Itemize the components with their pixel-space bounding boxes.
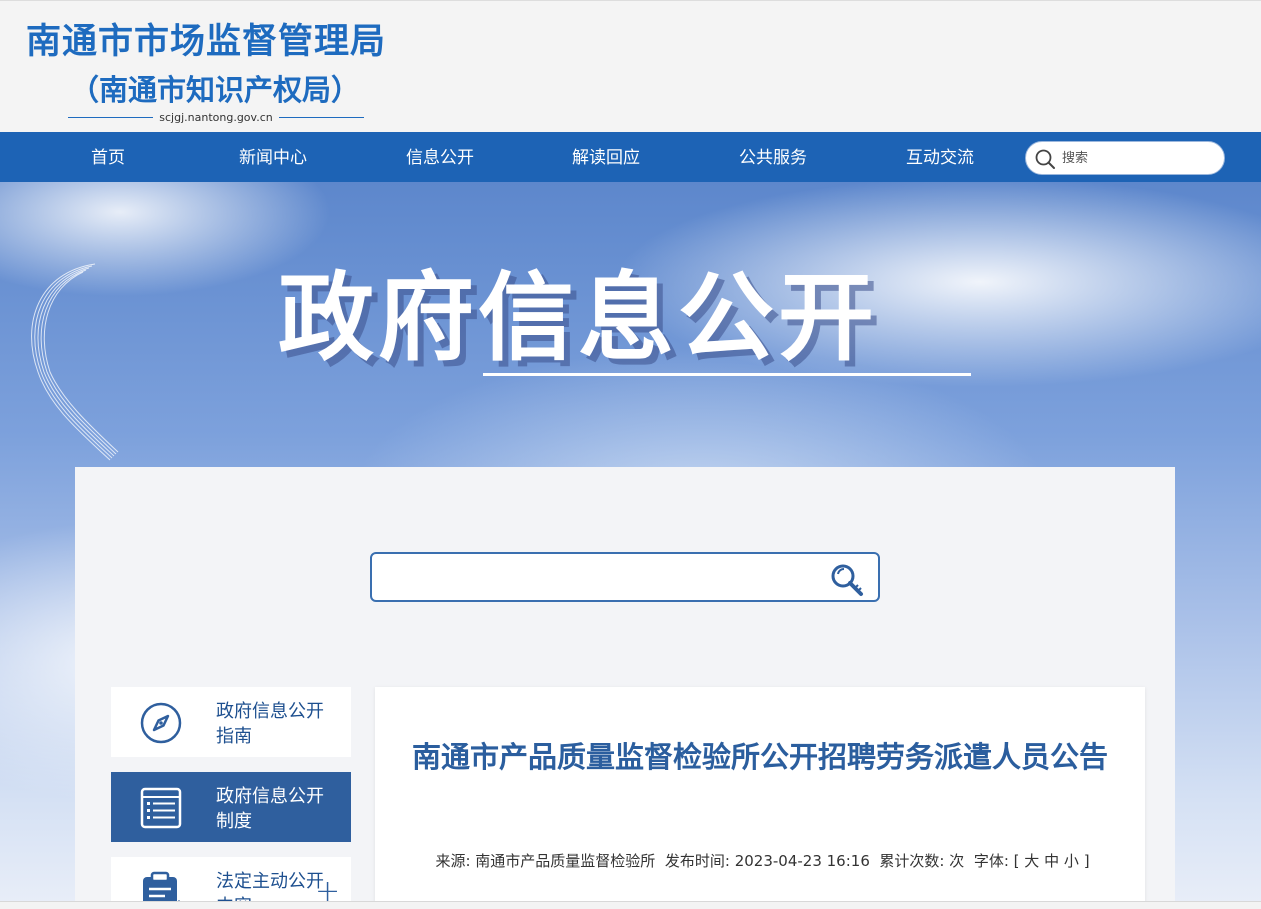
source-value: 南通市产品质量监督检验所	[475, 852, 656, 870]
divider	[68, 116, 154, 118]
nav-item-news[interactable]: 新闻中心	[239, 132, 307, 182]
divider	[278, 116, 364, 118]
main-search-input[interactable]	[382, 564, 822, 592]
views-label: 累计次数:	[879, 852, 945, 870]
views-unit: 次	[949, 852, 965, 870]
font-large-button[interactable]: 大	[1024, 852, 1039, 870]
source-label: 来源:	[435, 852, 471, 870]
font-bracket-open: [	[1013, 852, 1020, 870]
nav-search-input[interactable]	[1062, 146, 1212, 170]
banner-underline	[483, 373, 971, 376]
publish-time-label: 发布时间:	[664, 852, 730, 870]
font-size-label: 字体:	[973, 852, 1009, 870]
site-domain-row: scjgj.nantong.gov.cn	[68, 109, 364, 125]
font-bracket-close: ]	[1083, 852, 1090, 870]
site-title[interactable]: 南通市市场监督管理局	[26, 13, 386, 64]
article-meta: 来源: 南通市产品质量监督检验所 发布时间: 2023-04-23 16:16 …	[420, 849, 1105, 873]
site-header: 南通市市场监督管理局 （南通市知识产权局） scjgj.nantong.gov.…	[0, 0, 1261, 132]
search-icon[interactable]	[1034, 148, 1056, 170]
nav-item-interaction[interactable]: 互动交流	[906, 132, 974, 182]
site-domain: scjgj.nantong.gov.cn	[159, 110, 273, 124]
window-bottom-edge	[0, 901, 1261, 909]
nav-item-home[interactable]: 首页	[91, 132, 125, 182]
font-medium-button[interactable]: 中	[1044, 852, 1059, 870]
swirl-decoration	[31, 263, 119, 461]
magnifier-key-icon[interactable]	[828, 562, 868, 598]
compass-icon	[140, 702, 182, 744]
main-search-box	[370, 552, 880, 602]
nav-item-interpretation[interactable]: 解读回应	[572, 132, 640, 182]
sidebar-item-guide[interactable]: 政府信息公开指南	[111, 687, 351, 757]
sidebar-item-label: 政府信息公开制度	[216, 786, 324, 832]
article-card: 南通市产品质量监督检验所公开招聘劳务派遣人员公告 来源: 南通市产品质量监督检验…	[375, 687, 1145, 909]
sidebar-item-label: 政府信息公开指南	[216, 701, 324, 747]
font-small-button[interactable]: 小	[1064, 852, 1079, 870]
main-nav: 首页 新闻中心 信息公开 解读回应 公共服务 互动交流	[0, 132, 1261, 182]
nav-item-info-disclosure[interactable]: 信息公开	[406, 132, 474, 182]
publish-time-value: 2023-04-23 16:16	[734, 852, 870, 870]
list-document-icon	[140, 787, 182, 829]
sidebar-item-system[interactable]: 政府信息公开制度	[111, 772, 351, 842]
site-subtitle: （南通市知识产权局）	[70, 73, 361, 107]
banner-title: 政府信息公开	[278, 262, 878, 374]
nav-search-box	[1025, 141, 1225, 175]
article-title: 南通市产品质量监督检验所公开招聘劳务派遣人员公告	[411, 740, 1108, 774]
nav-item-public-service[interactable]: 公共服务	[739, 132, 807, 182]
